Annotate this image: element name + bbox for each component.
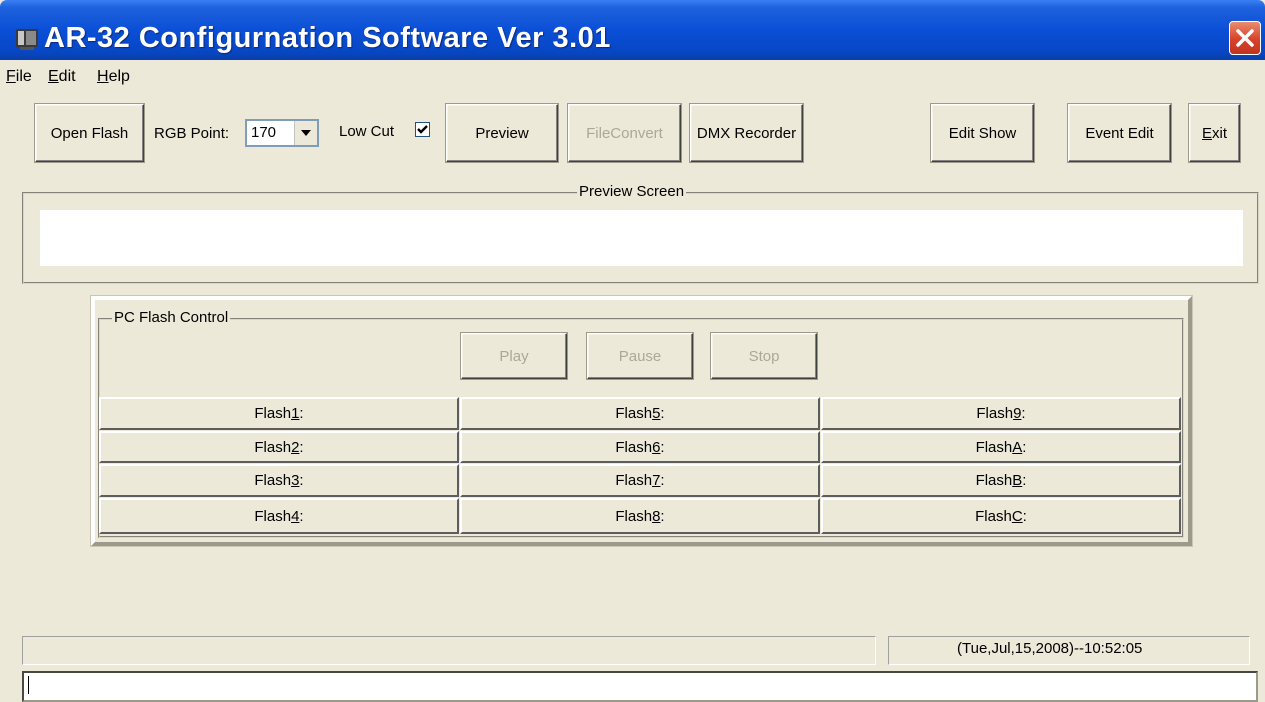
close-icon [1236, 29, 1254, 47]
flash-6-button[interactable]: Flash 6: [460, 431, 820, 463]
window-title: AR-32 Configurnation Software Ver 3.01 [44, 22, 611, 54]
stop-button[interactable]: Stop [710, 332, 818, 380]
open-flash-button[interactable]: Open Flash [34, 103, 145, 163]
close-button[interactable] [1229, 21, 1261, 55]
flash-4-button[interactable]: Flash 4: [99, 498, 459, 534]
flash-9-button[interactable]: Flash 9: [821, 397, 1181, 430]
flash-2-button[interactable]: Flash 2: [99, 431, 459, 463]
pause-button[interactable]: Pause [586, 332, 694, 380]
pc-flash-control-legend: PC Flash Control [112, 309, 231, 326]
menu-file[interactable]: File [6, 66, 32, 88]
low-cut-label: Low Cut [339, 123, 395, 140]
preview-screen-legend: Preview Screen [577, 183, 687, 200]
menu-help[interactable]: Help [97, 66, 130, 88]
file-convert-button[interactable]: FileConvert [567, 103, 682, 163]
edit-show-button[interactable]: Edit Show [930, 103, 1035, 163]
flash-a-button[interactable]: Flash A: [821, 431, 1181, 463]
dmx-recorder-button[interactable]: DMX Recorder [689, 103, 804, 163]
flash-1-button[interactable]: Flash 1: [99, 397, 459, 430]
flash-3-button[interactable]: Flash 3: [99, 464, 459, 497]
flash-b-button[interactable]: Flash B: [821, 464, 1181, 497]
flash-5-button[interactable]: Flash 5: [460, 397, 820, 430]
flash-7-button[interactable]: Flash 7: [460, 464, 820, 497]
event-edit-button[interactable]: Event Edit [1067, 103, 1172, 163]
preview-button[interactable]: Preview [445, 103, 559, 163]
checkmark-icon [417, 125, 428, 134]
rgb-point-select[interactable]: 170 [245, 119, 319, 147]
rgb-point-label: RGB Point: [154, 125, 230, 142]
dropdown-arrow-icon[interactable] [294, 121, 317, 145]
play-button[interactable]: Play [460, 332, 568, 380]
text-caret [28, 676, 29, 694]
rgb-point-value: 170 [251, 124, 277, 141]
exit-button[interactable]: Exit [1188, 103, 1241, 163]
menu-edit[interactable]: Edit [48, 66, 76, 88]
command-input[interactable] [22, 671, 1258, 702]
flash-c-button[interactable]: Flash C: [821, 498, 1181, 534]
application-icon[interactable] [14, 26, 40, 52]
menu-bar: File Edit Help [0, 62, 1265, 90]
low-cut-checkbox[interactable] [415, 122, 430, 137]
flash-8-button[interactable]: Flash 8: [460, 498, 820, 534]
status-datetime: (Tue,Jul,15,2008)--10:52:05 [957, 640, 1143, 657]
preview-screen-area [40, 210, 1243, 266]
status-panel-left [22, 636, 876, 665]
